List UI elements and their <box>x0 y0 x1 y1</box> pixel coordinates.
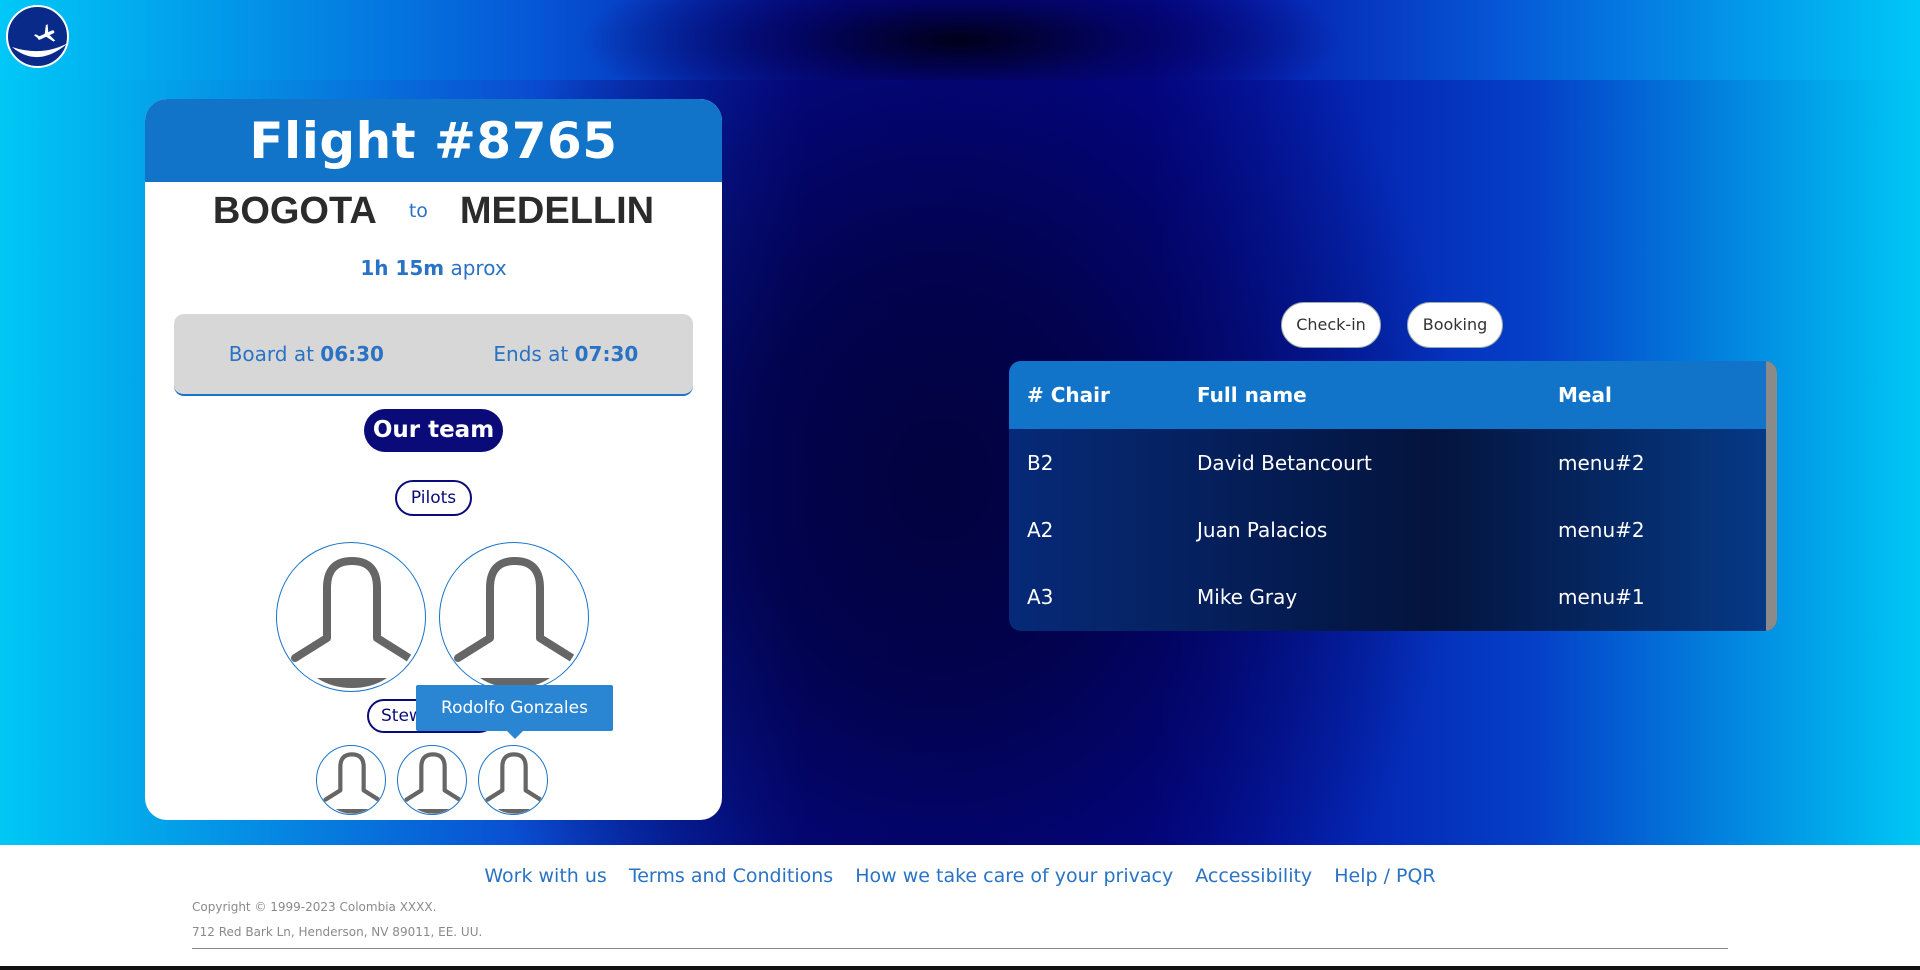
footer-link-work-with-us[interactable]: Work with us <box>484 865 606 887</box>
board-label: Board at <box>228 342 314 366</box>
flight-card: Flight #8765 BOGOTA to MEDELLIN 1h 15m a… <box>145 99 722 820</box>
header-chair: # Chair <box>1027 383 1110 407</box>
table-row[interactable]: A2 Juan Palacios menu#2 <box>1009 496 1777 563</box>
person-silhouette-icon <box>404 752 461 814</box>
person-silhouette-icon <box>454 557 575 688</box>
pilot-avatar-1[interactable] <box>276 542 426 692</box>
footer-link-help[interactable]: Help / PQR <box>1334 865 1435 887</box>
duration-value: 1h 15m <box>360 256 445 280</box>
tab-booking[interactable]: Booking <box>1407 302 1503 348</box>
board-time-block: Board at 06:30 <box>229 342 384 366</box>
footer-link-privacy[interactable]: How we take care of your privacy <box>855 865 1173 887</box>
flight-times: Board at 06:30 Ends at 07:30 <box>174 314 693 396</box>
cell-meal: menu#1 <box>1558 584 1645 609</box>
origin-city: BOGOTA <box>212 189 377 232</box>
cell-full-name: Mike Gray <box>1197 584 1298 609</box>
footer-link-accessibility[interactable]: Accessibility <box>1195 865 1312 887</box>
bottom-edge <box>0 966 1920 970</box>
flight-duration: 1h 15m aprox <box>145 256 722 280</box>
flight-header: Flight #8765 <box>145 99 722 182</box>
footer-link-terms[interactable]: Terms and Conditions <box>629 865 833 887</box>
copyright-text: Copyright © 1999-2023 Colombia XXXX. <box>192 900 437 914</box>
person-silhouette-icon <box>323 752 380 814</box>
tab-check-in[interactable]: Check-in <box>1281 302 1381 348</box>
route-to-word: to <box>408 200 428 222</box>
cell-full-name: Juan Palacios <box>1197 517 1328 542</box>
person-silhouette-icon <box>291 557 412 688</box>
address-text: 712 Red Bark Ln, Henderson, NV 89011, EE… <box>192 925 483 939</box>
ends-time-block: Ends at 07:30 <box>493 342 638 366</box>
route: BOGOTA to MEDELLIN <box>145 188 722 234</box>
board-time: 06:30 <box>320 342 384 366</box>
pilots-label: Pilots <box>395 480 472 516</box>
crew-name-tooltip: Rodolfo Gonzales <box>416 685 613 739</box>
table-scrollbar[interactable] <box>1766 361 1777 631</box>
our-team-title: Our team <box>364 409 503 452</box>
footer-divider <box>192 948 1728 949</box>
ends-time: 07:30 <box>574 342 639 366</box>
table-header: # Chair Full name Meal <box>1009 361 1777 429</box>
ends-label: Ends at <box>493 342 569 366</box>
header-full-name: Full name <box>1197 383 1307 407</box>
person-silhouette-icon <box>485 752 542 814</box>
cell-meal: menu#2 <box>1558 517 1645 542</box>
table-row[interactable]: B2 David Betancourt menu#2 <box>1009 429 1777 496</box>
airplane-logo-icon[interactable] <box>6 5 69 68</box>
footer-links: Work with us Terms and Conditions How we… <box>0 865 1920 887</box>
flight-title: Flight #8765 <box>249 111 618 170</box>
passenger-table: # Chair Full name Meal B2 David Betancou… <box>1009 361 1777 631</box>
table-row[interactable]: A3 Mike Gray menu#1 <box>1009 563 1777 630</box>
steward-avatar-2[interactable] <box>397 745 467 815</box>
cell-full-name: David Betancourt <box>1197 450 1372 475</box>
cell-chair: A3 <box>1027 584 1054 609</box>
cell-chair: A2 <box>1027 517 1054 542</box>
cell-meal: menu#2 <box>1558 450 1645 475</box>
steward-avatar-3[interactable] <box>478 745 548 815</box>
duration-suffix: aprox <box>450 256 507 280</box>
destination-city: MEDELLIN <box>459 189 655 232</box>
pilot-avatar-2[interactable] <box>439 542 589 692</box>
cell-chair: B2 <box>1027 450 1054 475</box>
top-bar <box>0 0 1920 80</box>
header-meal: Meal <box>1558 383 1612 407</box>
steward-avatar-1[interactable] <box>316 745 386 815</box>
